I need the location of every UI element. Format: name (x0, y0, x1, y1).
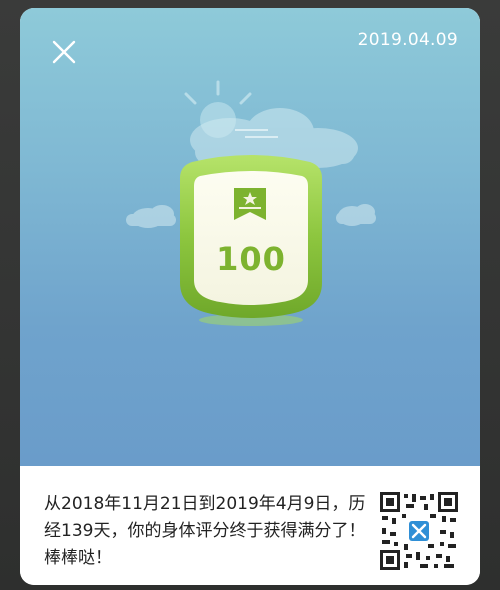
small-cloud-right-icon (336, 204, 376, 226)
card-date: 2019.04.09 (357, 30, 458, 50)
sun-rays-icon (184, 80, 252, 105)
small-cloud-left-icon (126, 205, 176, 228)
qr-code-icon (380, 492, 458, 570)
close-icon (52, 40, 76, 64)
achievement-message: 从2018年11月21日到2019年4月9日，历经139天，你的身体评分终于获得… (44, 494, 366, 568)
card-header-area: 2019.04.09 100 (20, 8, 480, 466)
share-card: 2019.04.09 100 从2018年11月21日到2019年4月9日，历经… (20, 8, 480, 585)
badge-shield-icon (180, 155, 322, 326)
card-footer: 从2018年11月21日到2019年4月9日，历经139天，你的身体评分终于获得… (20, 466, 480, 585)
score-value: 100 (216, 240, 286, 278)
score-badge: 100 (170, 148, 332, 328)
close-button[interactable] (50, 38, 78, 66)
